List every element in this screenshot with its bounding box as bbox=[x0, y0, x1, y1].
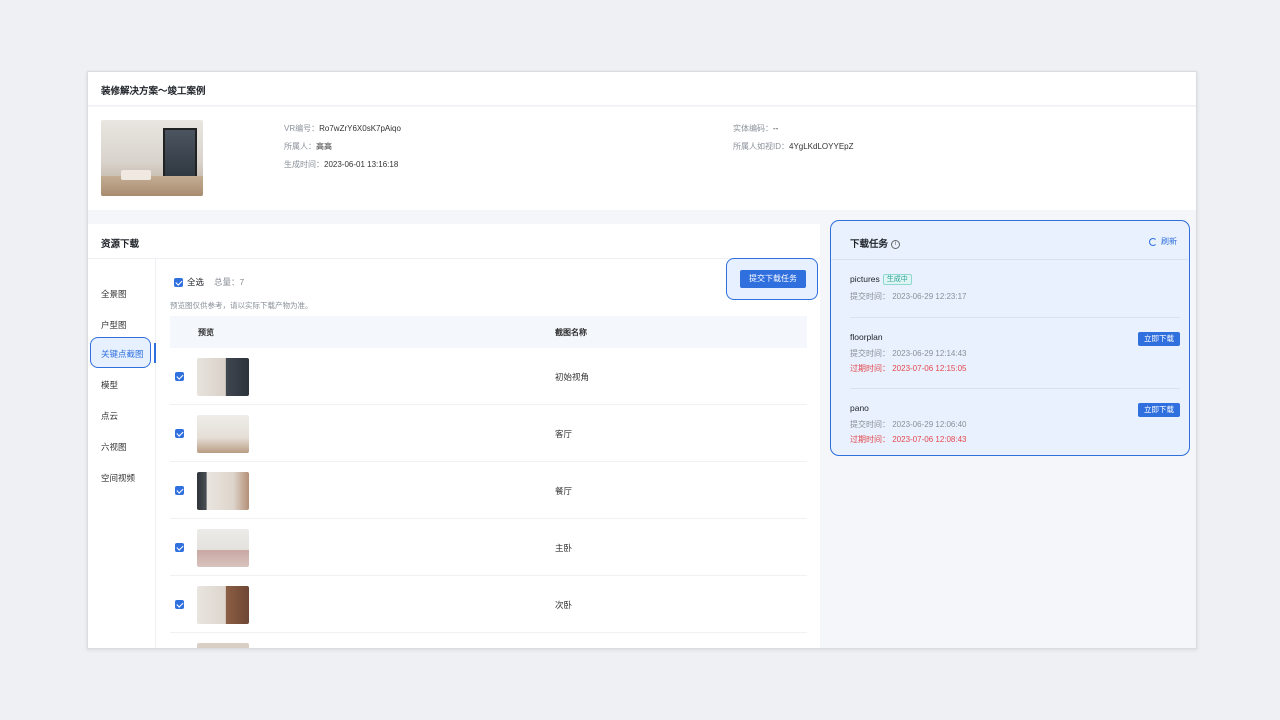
row-checkbox[interactable] bbox=[175, 543, 184, 552]
select-all-row: 全选 总量：7 bbox=[174, 276, 244, 288]
nav-item-model[interactable]: 模型 bbox=[101, 379, 118, 391]
screenshot-name: 餐厅 bbox=[555, 486, 573, 496]
table-row-partial bbox=[170, 633, 807, 648]
row-checkbox[interactable] bbox=[175, 486, 184, 495]
submit-download-task-button[interactable]: 提交下载任务 bbox=[740, 270, 806, 288]
screenshot-name: 客厅 bbox=[555, 429, 573, 439]
top-bar: 装修解决方案～竣工案例 bbox=[88, 72, 1196, 106]
app-window: 装修解决方案～竣工案例 VR编号：Ro7wZrY6X0sK7pAiqo 所属人：… bbox=[87, 71, 1197, 649]
vr-cover-thumbnail[interactable] bbox=[101, 120, 203, 196]
download-now-button[interactable]: 立即下载 bbox=[1138, 403, 1180, 417]
vr-info-card: VR编号：Ro7wZrY6X0sK7pAiqo 所属人：高高 生成时间：2023… bbox=[88, 107, 1196, 210]
submit-highlight: 提交下载任务 bbox=[726, 258, 818, 300]
owner-row: 所属人：高高 bbox=[284, 142, 332, 151]
download-now-button[interactable]: 立即下载 bbox=[1138, 332, 1180, 346]
column-name: 截图名称 bbox=[555, 328, 587, 337]
owner-id-row: 所属人如视ID：4YgLKdLOYYEpZ bbox=[733, 142, 854, 151]
download-tasks-panel: 下载任务 i 刷新 pictures 生成中 提交时间： 2023-06-29 12… bbox=[830, 220, 1190, 456]
table-row[interactable]: 初始视角 bbox=[170, 348, 807, 405]
screenshot-name: 次卧 bbox=[555, 600, 573, 610]
nav-item-pano[interactable]: 全景图 bbox=[101, 288, 127, 300]
task-item: pano 提交时间： 2023-06-29 12:06:40 过期时间： 202… bbox=[850, 403, 1180, 445]
nav-item-six-views[interactable]: 六视图 bbox=[101, 441, 127, 453]
task-name: pictures bbox=[850, 274, 880, 284]
owner-value: 高高 bbox=[316, 142, 332, 151]
task-name: pano bbox=[850, 403, 869, 413]
resource-download-panel: 资源下载 全景图 户型图 关键点截图 模型 点云 六视图 空间视频 全选 总量：7… bbox=[88, 224, 820, 648]
created-time-value: 2023-06-01 13:16:18 bbox=[324, 160, 399, 169]
table-row[interactable]: 次卧 bbox=[170, 576, 807, 633]
task-item: floorplan 提交时间： 2023-06-29 12:14:43 过期时间… bbox=[850, 332, 1180, 374]
resource-sidenav: 全景图 户型图 关键点截图 模型 点云 六视图 空间视频 bbox=[88, 259, 156, 648]
table-header: 预览 截图名称 bbox=[170, 316, 807, 348]
page-title: 装修解决方案～竣工案例 bbox=[101, 86, 206, 97]
refresh-icon bbox=[1149, 237, 1157, 246]
preview-note: 预览图仅供参考，请以实际下载产物为准。 bbox=[170, 301, 313, 310]
table-row[interactable]: 主卧 bbox=[170, 519, 807, 576]
row-checkbox[interactable] bbox=[175, 600, 184, 609]
table-row[interactable]: 客厅 bbox=[170, 405, 807, 462]
preview-thumbnail[interactable] bbox=[197, 586, 249, 624]
created-time-row: 生成时间：2023-06-01 13:16:18 bbox=[284, 160, 399, 169]
task-expire-time: 过期时间： 2023-07-06 12:15:05 bbox=[850, 364, 967, 373]
nav-item-space-video[interactable]: 空间视频 bbox=[101, 472, 135, 484]
task-expire-time: 过期时间： 2023-07-06 12:08:43 bbox=[850, 435, 967, 444]
resource-title: 资源下载 bbox=[101, 239, 140, 250]
column-preview: 预览 bbox=[198, 328, 214, 337]
row-checkbox[interactable] bbox=[175, 372, 184, 381]
owner-id-value: 4YgLKdLOYYEpZ bbox=[789, 142, 854, 151]
select-all-label[interactable]: 全选 bbox=[187, 277, 204, 287]
row-checkbox[interactable] bbox=[175, 429, 184, 438]
task-submit-time: 提交时间： 2023-06-29 12:23:17 bbox=[850, 292, 967, 302]
task-submit-time: 提交时间： 2023-06-29 12:06:40 bbox=[850, 420, 967, 429]
task-submit-time: 提交时间： 2023-06-29 12:14:43 bbox=[850, 349, 967, 358]
vr-id-row: VR编号：Ro7wZrY6X0sK7pAiqo bbox=[284, 124, 401, 133]
screenshot-table: 预览 截图名称 初始视角 客厅 餐厅 主卧 次卧 bbox=[170, 316, 807, 648]
entity-code-value: -- bbox=[773, 124, 779, 133]
preview-thumbnail[interactable] bbox=[197, 472, 249, 510]
status-badge: 生成中 bbox=[882, 274, 912, 286]
preview-thumbnail[interactable] bbox=[197, 358, 249, 396]
nav-item-floorplan[interactable]: 户型图 bbox=[101, 319, 127, 331]
task-item: pictures 生成中 提交时间： 2023-06-29 12:23:17 bbox=[850, 274, 1180, 302]
task-name: floorplan bbox=[850, 332, 883, 342]
preview-thumbnail[interactable] bbox=[197, 415, 249, 453]
screenshot-name: 主卧 bbox=[555, 543, 573, 553]
download-tasks-title: 下载任务 i bbox=[850, 236, 901, 250]
preview-thumbnail[interactable] bbox=[197, 529, 249, 567]
info-icon[interactable]: i bbox=[891, 239, 901, 249]
nav-active-indicator bbox=[154, 343, 156, 363]
refresh-button[interactable]: 刷新 bbox=[1149, 236, 1177, 247]
total-count: 总量：7 bbox=[214, 277, 245, 287]
nav-item-keypoint-screenshots[interactable]: 关键点截图 bbox=[90, 337, 151, 368]
preview-thumbnail bbox=[197, 643, 249, 648]
nav-item-point-cloud[interactable]: 点云 bbox=[101, 410, 118, 422]
vr-id-value: Ro7wZrY6X0sK7pAiqo bbox=[319, 124, 401, 133]
table-row[interactable]: 餐厅 bbox=[170, 462, 807, 519]
select-all-checkbox[interactable] bbox=[174, 277, 183, 287]
entity-code-row: 实体编码：-- bbox=[733, 124, 779, 133]
screenshot-name: 初始视角 bbox=[555, 372, 590, 382]
